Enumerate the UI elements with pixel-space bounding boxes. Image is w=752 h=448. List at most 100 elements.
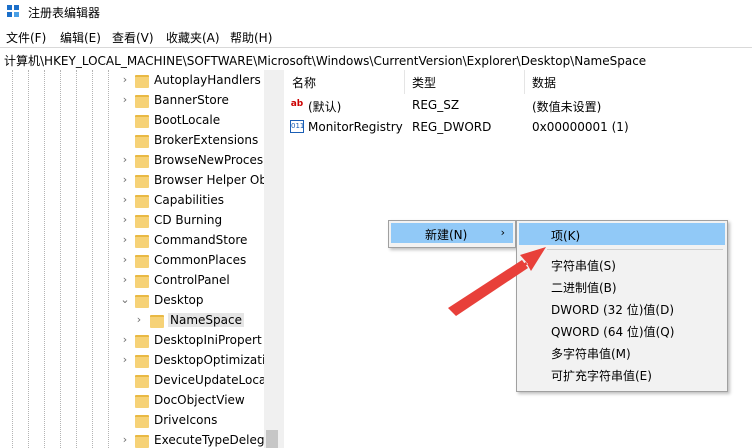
new-submenu: 项(K) 字符串值(S) 二进制值(B) DWORD (32 位)值(D) QW… <box>516 220 728 392</box>
address-bar[interactable]: 计算机\HKEY_LOCAL_MACHINE\SOFTWARE\Microsof… <box>0 47 752 71</box>
chevron-right-icon[interactable]: › <box>120 94 130 106</box>
menu-view[interactable]: 查看(V) <box>112 29 154 46</box>
tree-item-label: BootLocale <box>154 113 221 127</box>
chevron-right-icon[interactable]: › <box>120 274 130 286</box>
menu-edit[interactable]: 编辑(E) <box>60 29 101 46</box>
column-divider[interactable] <box>524 70 525 94</box>
chevron-right-icon[interactable]: › <box>120 254 130 266</box>
tree-item-desktopoptimization[interactable]: › DesktopOptimizati <box>0 351 266 371</box>
folder-icon <box>150 315 164 328</box>
tree-item-label: ControlPanel <box>154 273 230 287</box>
column-header-type[interactable]: 类型 <box>412 74 436 91</box>
submenu-item-key[interactable]: 项(K) <box>519 223 725 245</box>
tree-item-namespace[interactable]: › NameSpace <box>0 311 264 331</box>
tree-item-label: BrokerExtensions <box>154 133 259 147</box>
chevron-right-icon[interactable]: › <box>120 334 130 346</box>
submenu-item-label: 可扩充字符串值(E) <box>551 369 652 383</box>
tree-item-label: CommonPlaces <box>154 253 247 267</box>
column-header-data[interactable]: 数据 <box>532 74 556 91</box>
submenu-item-string-value[interactable]: 字符串值(S) <box>519 254 725 274</box>
value-type: REG_DWORD <box>412 120 492 134</box>
context-menu: 新建(N) › <box>388 220 516 248</box>
value-type: REG_SZ <box>412 98 460 112</box>
tree-item-label: CD Burning <box>154 213 223 227</box>
folder-open-icon <box>135 295 149 308</box>
tree-item-deviceupdatelocation[interactable]: DeviceUpdateLoca <box>0 371 266 391</box>
value-data: 0x00000001 (1) <box>532 120 629 134</box>
tree-item-label: DocObjectView <box>154 393 245 407</box>
folder-icon <box>135 335 149 348</box>
folder-icon <box>135 175 149 188</box>
menu-help[interactable]: 帮助(H) <box>230 29 272 46</box>
chevron-right-icon[interactable]: › <box>120 194 130 206</box>
folder-icon <box>135 195 149 208</box>
column-header-name[interactable]: 名称 <box>292 74 316 91</box>
tree-item-desktop[interactable]: ⌄ Desktop <box>0 291 264 311</box>
submenu-item-label: 字符串值(S) <box>551 259 616 273</box>
tree-item-brokerextensions[interactable]: BrokerExtensions <box>0 131 264 151</box>
tree-item-driveicons[interactable]: DriveIcons <box>0 411 264 431</box>
chevron-right-icon[interactable]: › <box>120 434 130 446</box>
menu-item-new[interactable]: 新建(N) › <box>391 223 513 243</box>
tree-item-cd-burning[interactable]: › CD Burning <box>0 211 264 231</box>
tree-item-commonplaces[interactable]: › CommonPlaces <box>0 251 264 271</box>
tree-item-bootlocale[interactable]: BootLocale <box>0 111 264 131</box>
chevron-right-icon[interactable]: › <box>120 154 130 166</box>
folder-icon <box>135 275 149 288</box>
menu-bar: 文件(F) 编辑(E) 查看(V) 收藏夹(A) 帮助(H) <box>0 26 752 46</box>
key-tree-pane: › AutoplayHandlers › BannerStore BootLoc… <box>0 70 280 448</box>
chevron-right-icon[interactable]: › <box>120 234 130 246</box>
submenu-item-label: QWORD (64 位)值(Q) <box>551 325 675 339</box>
tree-item-autoplayhandlers[interactable]: › AutoplayHandlers <box>0 71 264 91</box>
folder-icon <box>135 115 149 128</box>
tree-item-controlpanel[interactable]: › ControlPanel <box>0 271 264 291</box>
folder-icon <box>135 435 149 448</box>
tree-item-label-selected: NameSpace <box>168 313 244 327</box>
folder-icon <box>135 95 149 108</box>
menu-item-new-label: 新建(N) <box>425 228 468 242</box>
chevron-right-icon[interactable]: › <box>120 74 130 86</box>
menu-file[interactable]: 文件(F) <box>6 29 46 46</box>
submenu-item-qword-value[interactable]: QWORD (64 位)值(Q) <box>519 320 725 340</box>
tree-item-label: BannerStore <box>154 93 229 107</box>
tree-item-label: DesktopIniPropert <box>154 333 262 347</box>
value-row[interactable]: 011 MonitorRegistry REG_DWORD 0x00000001… <box>284 117 752 137</box>
chevron-down-icon[interactable]: ⌄ <box>120 294 130 306</box>
tree-item-label: CommandStore <box>154 233 248 247</box>
menu-favorites[interactable]: 收藏夹(A) <box>166 29 220 46</box>
value-name: MonitorRegistry <box>308 120 403 134</box>
chevron-right-icon[interactable]: › <box>134 314 144 326</box>
tree-item-commandstore[interactable]: › CommandStore <box>0 231 264 251</box>
tree-item-label: Browser Helper Ob <box>154 173 267 187</box>
submenu-item-multi-string-value[interactable]: 多字符串值(M) <box>519 342 725 362</box>
folder-icon <box>135 415 149 428</box>
tree-item-label: Capabilities <box>154 193 224 207</box>
tree-scrollbar[interactable] <box>264 70 280 448</box>
tree-item-bannerstore[interactable]: › BannerStore <box>0 91 264 111</box>
tree-item-browsenewprocess[interactable]: › BrowseNewProces <box>0 151 264 171</box>
chevron-right-icon[interactable]: › <box>120 174 130 186</box>
tree-item-executetypedelegate[interactable]: › ExecuteTypeDelega <box>0 431 272 448</box>
submenu-item-dword-value[interactable]: DWORD (32 位)值(D) <box>519 298 725 318</box>
tree-item-label: ExecuteTypeDelega <box>154 433 272 447</box>
tree-item-browser-helper-objects[interactable]: › Browser Helper Ob <box>0 171 267 191</box>
string-value-icon: ab <box>290 99 304 109</box>
value-row[interactable]: ab (默认) REG_SZ (数值未设置) <box>284 95 752 115</box>
chevron-right-icon[interactable]: › <box>120 214 130 226</box>
tree-item-desktopiniproperty[interactable]: › DesktopIniPropert <box>0 331 264 351</box>
folder-icon <box>135 255 149 268</box>
scrollbar-thumb[interactable] <box>266 430 278 448</box>
chevron-right-icon[interactable]: › <box>120 354 130 366</box>
registry-editor-icon <box>7 5 19 17</box>
submenu-item-expandable-string-value[interactable]: 可扩充字符串值(E) <box>519 364 725 384</box>
submenu-item-binary-value[interactable]: 二进制值(B) <box>519 276 725 296</box>
column-divider[interactable] <box>404 70 405 94</box>
tree-item-label: Desktop <box>154 293 204 307</box>
chevron-right-icon: › <box>500 226 505 239</box>
address-path[interactable]: 计算机\HKEY_LOCAL_MACHINE\SOFTWARE\Microsof… <box>4 52 646 69</box>
tree-item-label: DesktopOptimizati <box>154 353 266 367</box>
tree-item-docobjectview[interactable]: DocObjectView <box>0 391 264 411</box>
folder-icon <box>135 235 149 248</box>
tree-item-capabilities[interactable]: › Capabilities <box>0 191 264 211</box>
binary-value-icon: 011 <box>290 120 304 133</box>
